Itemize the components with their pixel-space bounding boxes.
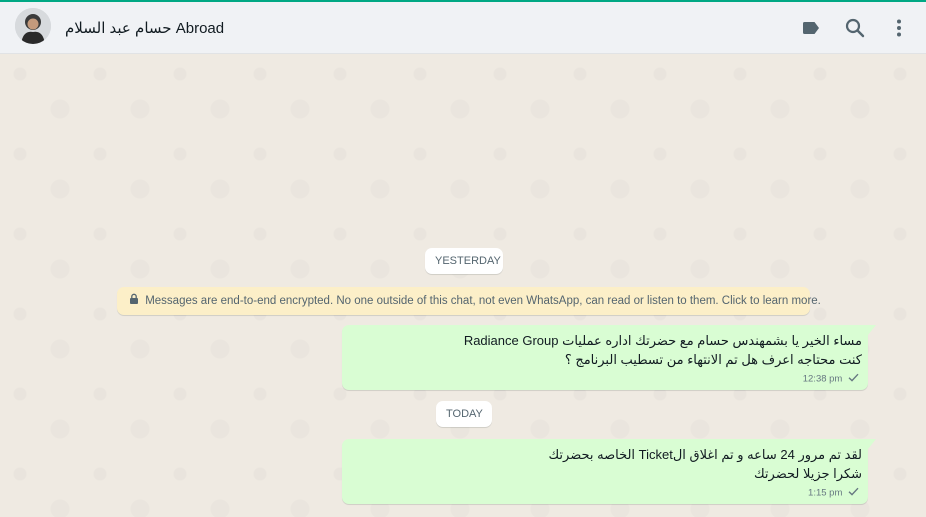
contact-name[interactable]: حسام عبد السلام Abroad bbox=[65, 19, 224, 37]
date-divider-today: TODAY bbox=[436, 401, 492, 427]
date-divider-yesterday: YESTERDAY bbox=[425, 248, 503, 274]
encryption-notice[interactable]: Messages are end-to-end encrypted. No on… bbox=[117, 287, 821, 315]
bubble-tail bbox=[868, 439, 876, 449]
message-bubble-outgoing[interactable]: لقد تم مرور 24 ساعه و تم اغلاق الTicket … bbox=[342, 439, 876, 504]
menu-icon[interactable] bbox=[887, 16, 911, 40]
message-line: مساء الخير يا بشمهندس حسام مع حضرتك ادار… bbox=[463, 333, 862, 348]
encryption-notice-text: Messages are end-to-end encrypted. No on… bbox=[145, 295, 821, 308]
label-icon[interactable] bbox=[799, 16, 823, 40]
message-line: شكرا جزيلا لحضرتك bbox=[753, 466, 862, 481]
chat-header[interactable]: حسام عبد السلام Abroad bbox=[0, 2, 926, 54]
avatar[interactable] bbox=[15, 8, 51, 44]
message-line: لقد تم مرور 24 ساعه و تم اغلاق الTicket … bbox=[548, 447, 862, 462]
message-meta: 1:15 pm bbox=[808, 487, 859, 499]
message-bubble-outgoing[interactable]: مساء الخير يا بشمهندس حسام مع حضرتك ادار… bbox=[342, 325, 876, 390]
single-check-icon bbox=[848, 373, 859, 385]
search-icon[interactable] bbox=[843, 16, 867, 40]
bubble-tail bbox=[868, 325, 876, 335]
lock-icon bbox=[129, 287, 139, 315]
message-meta: 12:38 pm bbox=[803, 373, 859, 385]
chat-panel[interactable]: YESTERDAY Messages are end-to-end encryp… bbox=[0, 54, 926, 517]
message-time: 12:38 pm bbox=[802, 373, 843, 385]
message-time: 1:15 pm bbox=[808, 487, 843, 499]
single-check-icon bbox=[848, 487, 859, 499]
message-line: كنت محتاجه اعرف هل تم الانتهاء من تسطيب … bbox=[564, 352, 862, 367]
